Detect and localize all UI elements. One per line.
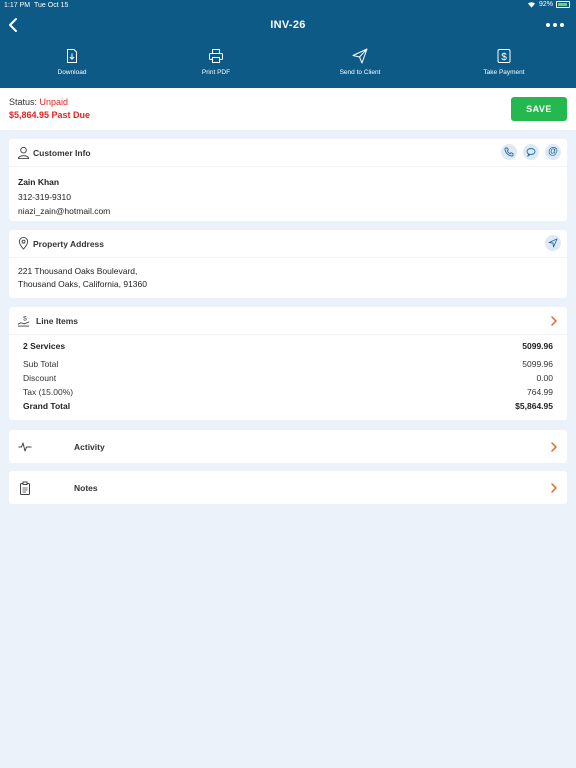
customer-info-header: Customer Info @: [9, 139, 567, 167]
navigation-arrow-icon: [548, 238, 558, 248]
hand-money-icon: $: [17, 316, 30, 327]
page-title: INV-26: [270, 19, 306, 31]
customer-name: Zain Khan: [18, 177, 60, 187]
tax-row: Tax (15.00%) 764.99: [23, 387, 553, 397]
grand-total-row: Grand Total $5,864.95: [23, 401, 553, 411]
action-toolbar: Download Print PDF Send to Client $ Take…: [0, 48, 576, 82]
status-label: Status:: [9, 97, 38, 107]
subtotal-label: Sub Total: [23, 359, 59, 369]
more-dot: [553, 23, 557, 27]
services-row: 2 Services 5099.96: [23, 341, 553, 351]
line-items-title: Line Items: [36, 316, 79, 326]
services-value: 5099.96: [522, 341, 553, 351]
activity-row[interactable]: Activity: [9, 430, 567, 463]
past-due-amount: $5,864.95 Past Due: [9, 110, 91, 120]
more-dot: [560, 23, 564, 27]
status-date: Tue Oct 15: [34, 2, 69, 9]
phone-icon: [504, 147, 514, 157]
customer-email[interactable]: niazi_zain@hotmail.com: [18, 204, 558, 219]
subtotal-row: Sub Total 5099.96: [23, 359, 553, 369]
call-button[interactable]: [501, 144, 517, 160]
app-header: 1:17 PM Tue Oct 15 92% INV-26 Download P…: [0, 0, 576, 88]
chevron-right-icon: [551, 442, 557, 452]
customer-info-card: Customer Info @ Zain Khan 312-319-9310 n…: [9, 139, 567, 221]
address-line-1: 221 Thousand Oaks Boulevard,: [18, 266, 138, 276]
send-to-client-button[interactable]: Send to Client: [288, 48, 432, 82]
chevron-right-icon: [551, 316, 557, 326]
notes-label: Notes: [74, 483, 98, 493]
battery-icon: [556, 1, 570, 8]
navigate-button[interactable]: [545, 235, 561, 251]
send-icon: [352, 48, 368, 64]
status-time: 1:17 PM: [4, 2, 31, 9]
chat-icon: [526, 148, 536, 157]
customer-details: Zain Khan 312-319-9310 niazi_zain@hotmai…: [9, 167, 567, 227]
grand-total-label: Grand Total: [23, 401, 71, 411]
download-icon: [67, 49, 77, 63]
save-button[interactable]: SAVE: [511, 97, 567, 121]
line-items-header[interactable]: $ Line Items: [9, 307, 567, 335]
customer-phone[interactable]: 312-319-9310: [18, 190, 558, 205]
status-right: 92%: [527, 1, 570, 8]
more-dot: [546, 23, 550, 27]
notes-row[interactable]: Notes: [9, 471, 567, 504]
download-button[interactable]: Download: [0, 48, 144, 82]
print-pdf-label: Print PDF: [201, 69, 231, 76]
address-line-2: Thousand Oaks, California, 91360: [18, 278, 147, 289]
dollar-icon: $: [497, 49, 511, 63]
system-status-bar: 1:17 PM Tue Oct 15 92%: [0, 0, 576, 12]
subtotal-value: 5099.96: [522, 359, 553, 369]
printer-icon: [209, 49, 223, 63]
user-icon: [17, 146, 30, 159]
property-address-body: 221 Thousand Oaks Boulevard, Thousand Oa…: [9, 258, 567, 298]
services-label: 2 Services: [23, 341, 66, 351]
activity-label: Activity: [74, 442, 105, 452]
contact-actions: @: [501, 144, 561, 160]
message-button[interactable]: [523, 144, 539, 160]
svg-text:$: $: [501, 52, 507, 63]
property-address-card: Property Address 221 Thousand Oaks Boule…: [9, 230, 567, 298]
status-line: Status: Unpaid: [9, 97, 68, 107]
tax-label: Tax (15.00%): [23, 387, 74, 397]
email-button[interactable]: @: [545, 144, 561, 160]
status-value: Unpaid: [39, 97, 69, 107]
chevron-right-icon: [551, 483, 557, 493]
more-options-button[interactable]: [546, 18, 566, 32]
location-pin-icon: [18, 237, 29, 250]
activity-pulse-icon: [18, 442, 32, 452]
line-items-summary: 2 Services 5099.96 Sub Total 5099.96 Dis…: [9, 335, 567, 411]
svg-text:$: $: [23, 316, 27, 323]
download-label: Download: [57, 69, 87, 76]
print-pdf-button[interactable]: Print PDF: [144, 48, 288, 82]
line-items-card[interactable]: $ Line Items 2 Services 5099.96 Sub Tota…: [9, 307, 567, 420]
battery-percent: 92%: [538, 1, 553, 8]
send-to-client-label: Send to Client: [339, 69, 381, 76]
discount-row: Discount 0.00: [23, 373, 553, 383]
address-actions: [545, 235, 561, 251]
discount-value: 0.00: [536, 373, 553, 383]
at-icon: @: [548, 146, 558, 157]
clipboard-icon: [20, 481, 30, 495]
grand-total-value: $5,864.95: [515, 401, 553, 411]
discount-label: Discount: [23, 373, 57, 383]
property-address-title: Property Address: [33, 239, 105, 249]
take-payment-button[interactable]: $ Take Payment: [432, 48, 576, 82]
take-payment-label: Take Payment: [483, 69, 525, 76]
invoice-status-panel: Status: Unpaid $5,864.95 Past Due SAVE: [0, 88, 576, 130]
property-address-header: Property Address: [9, 230, 567, 258]
wifi-icon: [527, 2, 535, 8]
customer-info-title: Customer Info: [33, 148, 91, 158]
tax-value: 764.99: [527, 387, 553, 397]
